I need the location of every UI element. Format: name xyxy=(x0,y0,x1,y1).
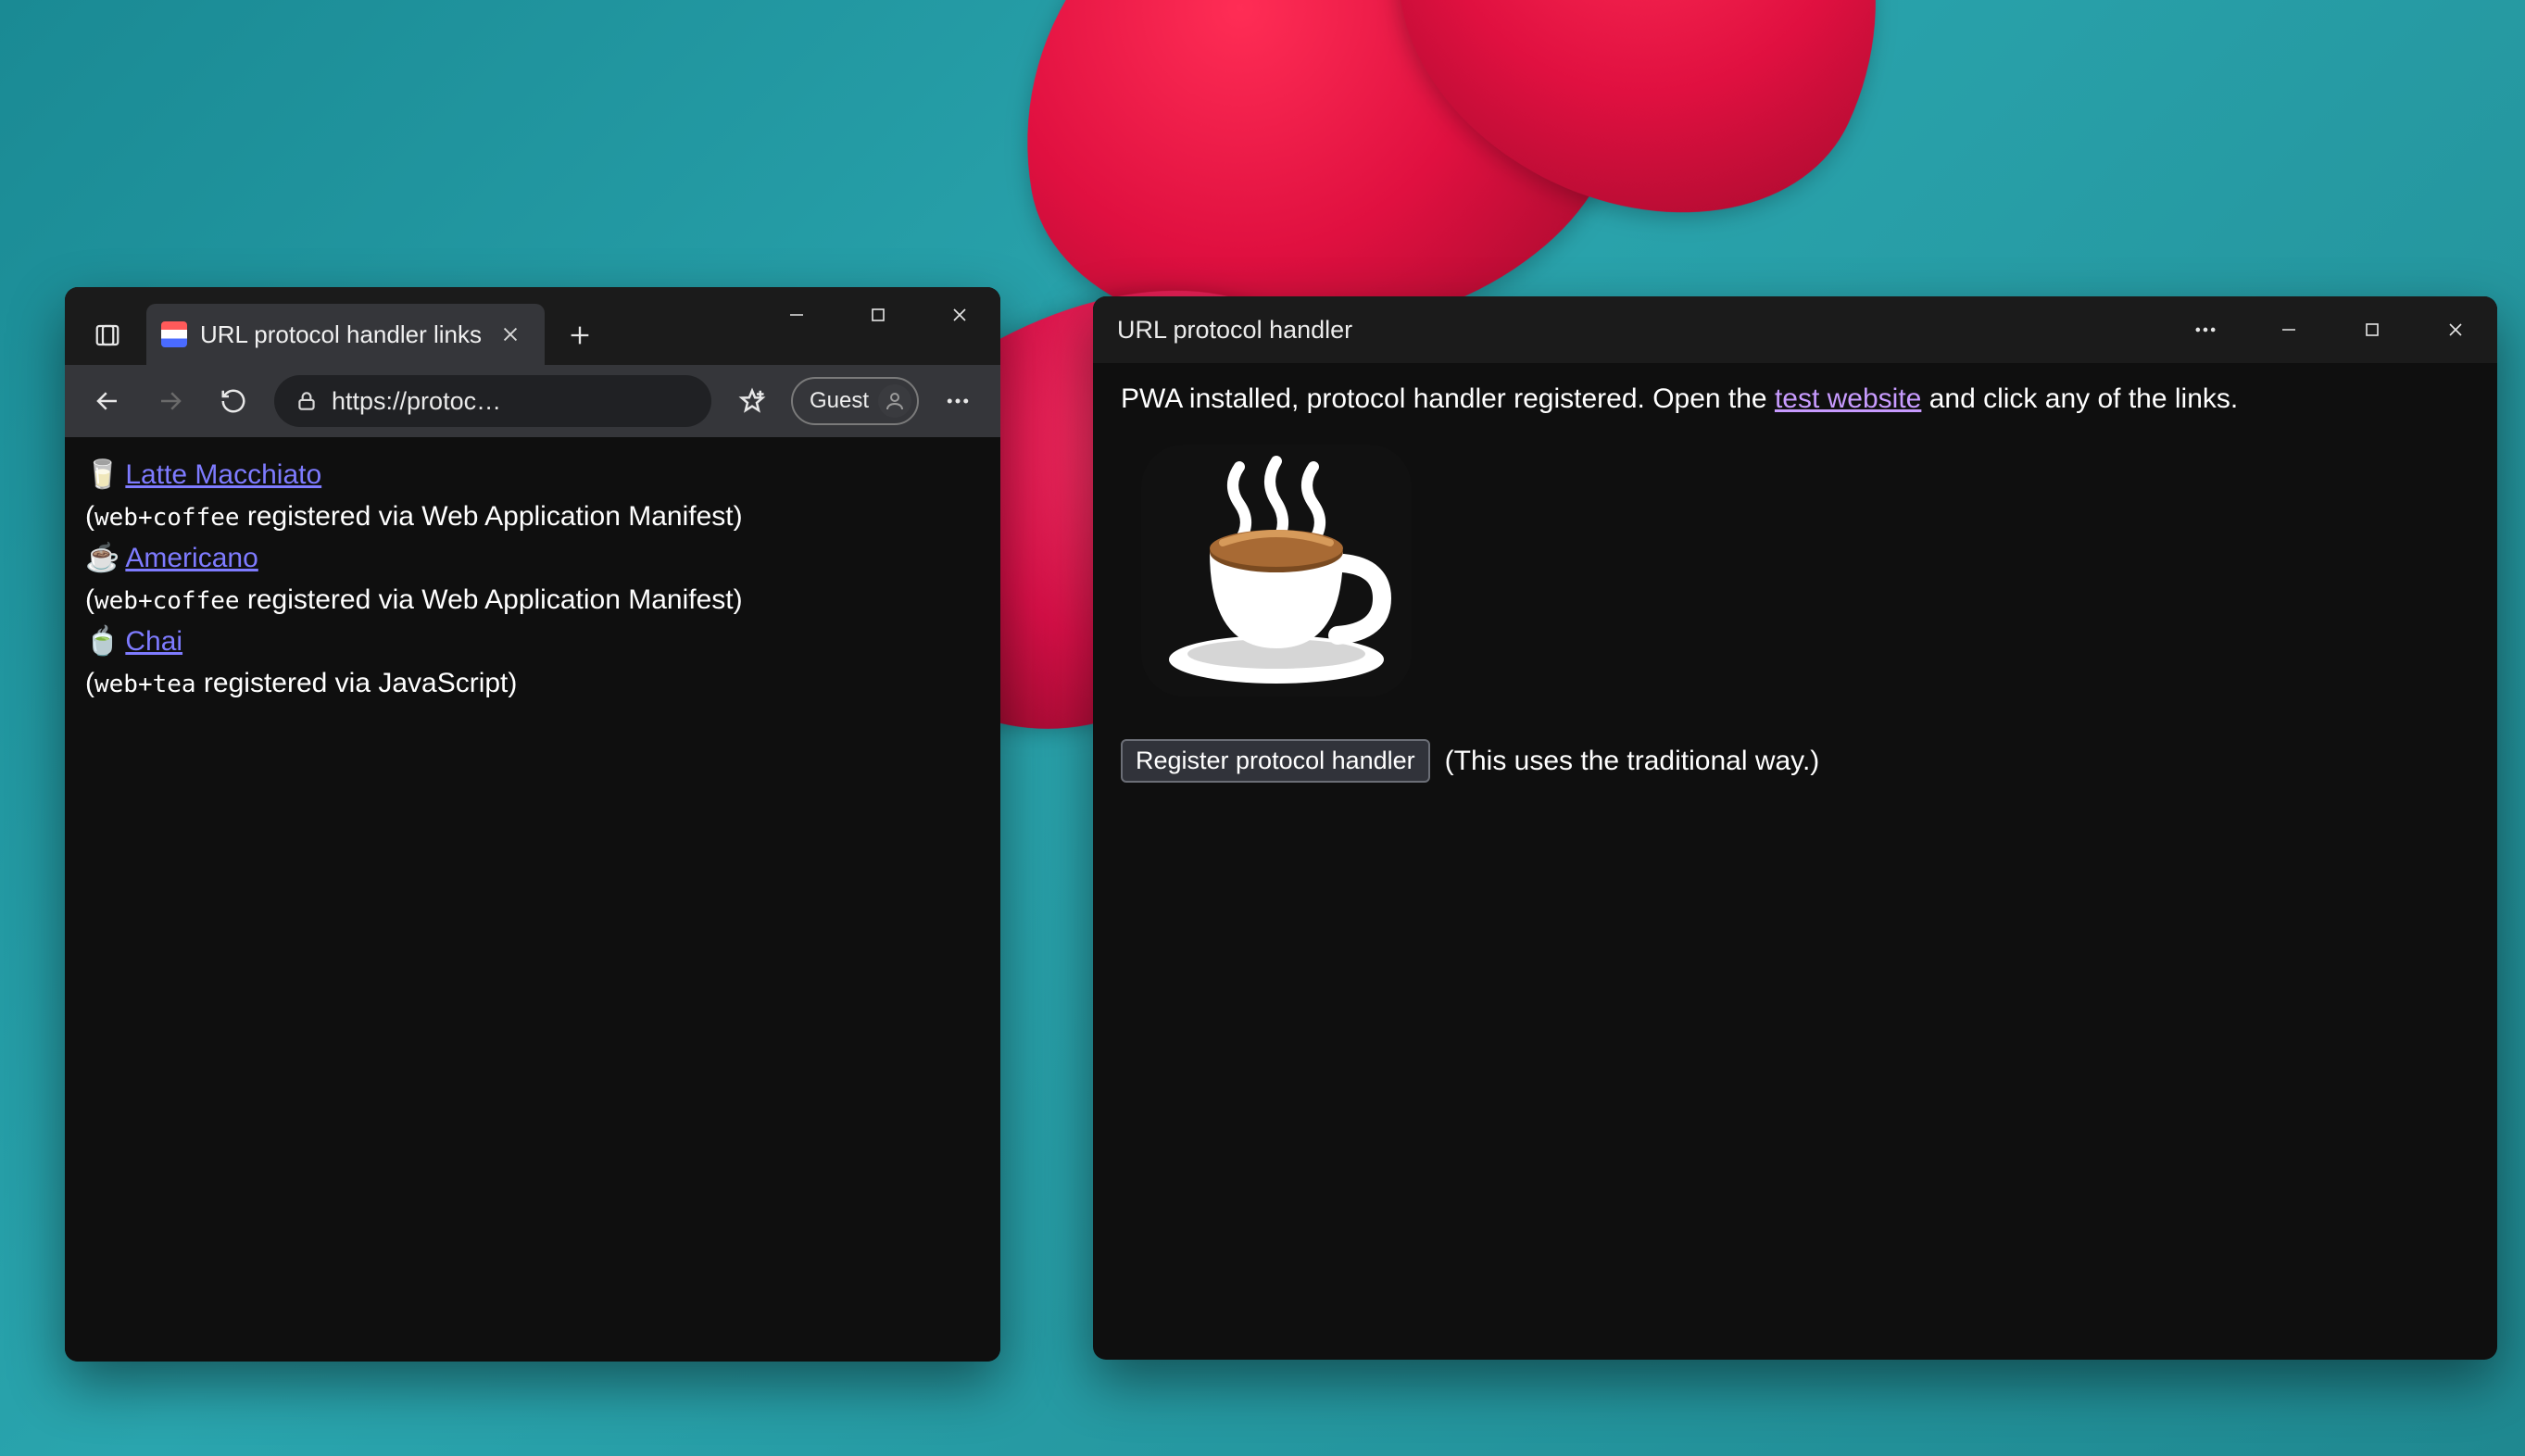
note-text: ( xyxy=(85,584,94,615)
plus-icon xyxy=(567,322,593,348)
address-bar[interactable]: https://protoc… xyxy=(274,375,711,427)
app-menu-button[interactable] xyxy=(928,375,987,427)
drink-item: 🥛 Latte Macchiato (web+coffee registered… xyxy=(85,454,980,537)
drink-link-americano[interactable]: Americano xyxy=(125,537,258,579)
minimize-button[interactable] xyxy=(2247,296,2330,363)
pwa-menu-button[interactable] xyxy=(2164,296,2247,363)
scheme-text: web+coffee xyxy=(94,504,240,532)
page-content: 🥛 Latte Macchiato (web+coffee registered… xyxy=(65,437,1000,1362)
drink-emoji: 🍵 xyxy=(85,621,119,662)
note-text: registered via Web Application Manifest) xyxy=(240,501,743,532)
tab-title: URL protocol handler links xyxy=(200,320,482,349)
note-text: registered via JavaScript) xyxy=(196,668,518,698)
browser-window: URL protocol handler links xyxy=(65,287,1000,1362)
tab-favicon xyxy=(161,321,187,347)
drink-emoji: ☕ xyxy=(85,537,119,579)
more-horizontal-icon xyxy=(2192,317,2218,343)
note-text: ( xyxy=(85,668,94,698)
drink-link-chai[interactable]: Chai xyxy=(125,621,182,662)
app-icon xyxy=(1137,441,2469,708)
arrow-left-icon xyxy=(94,387,121,415)
close-icon xyxy=(950,306,969,324)
pwa-message: PWA installed, protocol handler register… xyxy=(1121,383,2469,415)
maximize-icon xyxy=(2363,320,2381,339)
maximize-icon xyxy=(869,306,887,324)
more-horizontal-icon xyxy=(944,387,972,415)
close-window-button[interactable] xyxy=(919,287,1000,343)
close-icon xyxy=(2446,320,2465,339)
person-icon xyxy=(884,390,906,412)
tab-actions-icon xyxy=(94,321,121,349)
profile-button[interactable]: Guest xyxy=(791,377,919,425)
pwa-window-controls xyxy=(2164,296,2497,363)
close-icon xyxy=(500,324,521,345)
window-controls xyxy=(756,287,1000,365)
note-text: registered via Web Application Manifest) xyxy=(240,584,743,615)
maximize-button[interactable] xyxy=(837,287,919,343)
profile-label: Guest xyxy=(810,388,869,414)
register-row: Register protocol handler (This uses the… xyxy=(1121,739,2469,783)
star-plus-icon xyxy=(738,387,766,415)
arrow-right-icon xyxy=(157,387,184,415)
note-text: ( xyxy=(85,501,94,532)
reload-button[interactable] xyxy=(204,375,263,427)
minimize-icon xyxy=(2280,320,2298,339)
address-bar-url: https://protoc… xyxy=(332,387,501,416)
close-window-button[interactable] xyxy=(2414,296,2497,363)
favorites-button[interactable] xyxy=(722,375,782,427)
profile-avatar xyxy=(878,384,911,418)
drink-emoji: 🥛 xyxy=(85,454,119,496)
register-protocol-button[interactable]: Register protocol handler xyxy=(1121,739,1430,783)
scheme-text: web+tea xyxy=(94,671,196,698)
back-button[interactable] xyxy=(78,375,137,427)
pwa-titlebar: URL protocol handler xyxy=(1093,296,2497,363)
browser-titlebar: URL protocol handler links xyxy=(65,287,1000,365)
tab-actions-button[interactable] xyxy=(78,306,137,365)
minimize-icon xyxy=(787,306,806,324)
minimize-button[interactable] xyxy=(756,287,837,343)
test-website-link[interactable]: test website xyxy=(1775,383,1921,414)
reload-icon xyxy=(220,387,247,415)
pwa-message-text: and click any of the links. xyxy=(1921,383,2238,414)
tab-close-button[interactable] xyxy=(495,319,526,350)
new-tab-button[interactable] xyxy=(554,309,606,361)
browser-toolbar: https://protoc… Guest xyxy=(65,365,1000,437)
drink-link-latte[interactable]: Latte Macchiato xyxy=(125,454,321,496)
drink-item: ☕ Americano (web+coffee registered via W… xyxy=(85,537,980,621)
tab-strip: URL protocol handler links xyxy=(65,287,756,365)
forward-button[interactable] xyxy=(141,375,200,427)
drink-item: 🍵 Chai (web+tea registered via JavaScrip… xyxy=(85,621,980,704)
pwa-title: URL protocol handler xyxy=(1117,316,2164,345)
pwa-window: URL protocol handler PWA installed, prot… xyxy=(1093,296,2497,1360)
scheme-text: web+coffee xyxy=(94,587,240,615)
coffee-cup-icon xyxy=(1137,441,1415,700)
pwa-message-text: PWA installed, protocol handler register… xyxy=(1121,383,1775,414)
lock-icon xyxy=(295,389,319,413)
maximize-button[interactable] xyxy=(2330,296,2414,363)
register-note: (This uses the traditional way.) xyxy=(1445,746,1820,777)
browser-tab[interactable]: URL protocol handler links xyxy=(146,304,545,365)
pwa-content: PWA installed, protocol handler register… xyxy=(1093,363,2497,1360)
